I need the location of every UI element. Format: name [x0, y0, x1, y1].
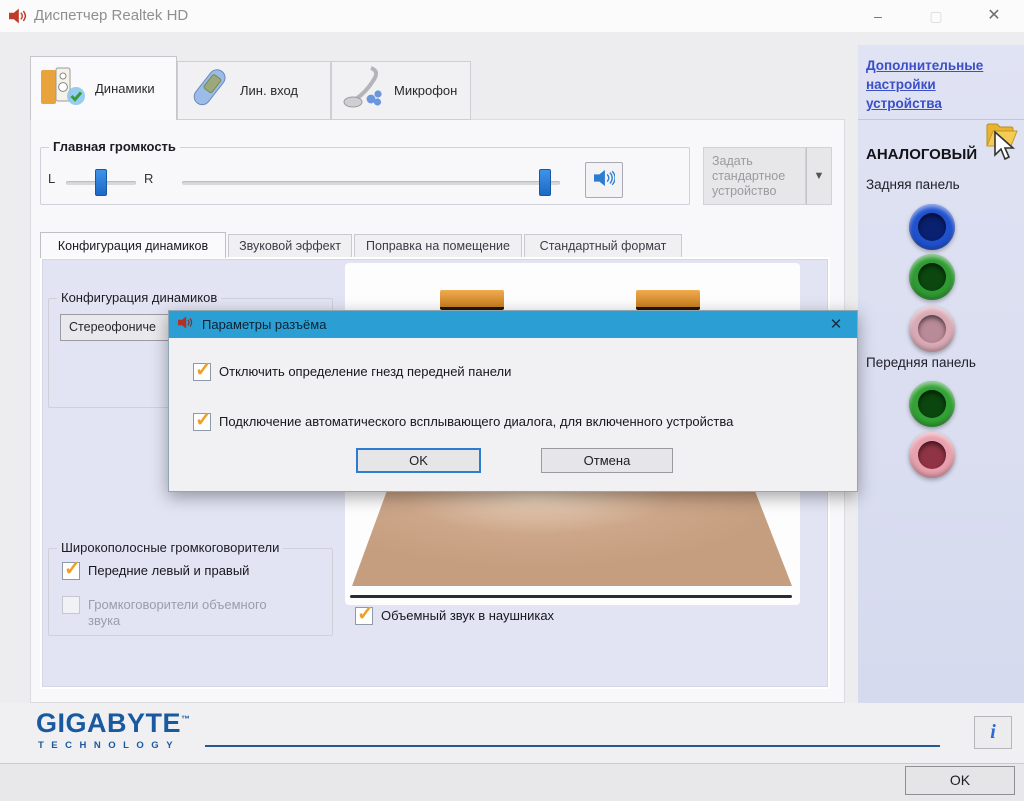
tab-line-in[interactable]: Лин. вход [177, 61, 331, 120]
subtab-speaker-config[interactable]: Конфигурация динамиков [40, 232, 226, 258]
tab-speakers[interactable]: Динамики [30, 56, 177, 120]
subtab-speaker-config-label: Конфигурация динамиков [58, 239, 208, 253]
minimize-button[interactable]: – [855, 0, 901, 32]
jack-hole [918, 390, 946, 418]
fullrange-speakers-group-label: Широкополосные громкоговорители [57, 540, 283, 555]
speaker-config-dropdown-value: Стереофониче [69, 320, 156, 334]
balance-right-label: R [144, 171, 153, 186]
auto-popup-dialog-checkbox[interactable]: ✓ Подключение автоматического всплывающе… [193, 413, 733, 431]
info-icon: i [990, 721, 996, 743]
back-green-line-out-jack[interactable] [909, 254, 955, 300]
front-pair-checkbox[interactable]: ✓ Передние левый и правый [62, 562, 249, 580]
front-green-headphone-jack[interactable] [909, 381, 955, 427]
front-pink-mic-jack[interactable] [909, 432, 955, 478]
volume-slider-thumb[interactable] [539, 169, 551, 196]
speaker-config-group-label: Конфигурация динамиков [57, 290, 221, 305]
subtab-default-format-label: Стандартный формат [540, 239, 667, 253]
checkbox-box: ✓ [62, 596, 80, 614]
window-titlebar: Диспетчер Realtek HD – ▢ ✕ [0, 0, 1024, 32]
subtab-default-format[interactable]: Стандартный формат [524, 234, 682, 258]
back-pink-mic-jack[interactable] [909, 306, 955, 352]
gigabyte-technology-label: TECHNOLOGY [38, 740, 180, 751]
checkbox-box: ✓ [62, 562, 80, 580]
window-title: Диспетчер Realtek HD [34, 7, 188, 24]
tab-line-in-label: Лин. вход [240, 83, 298, 98]
analog-section-title: АНАЛОГОВЫЙ [866, 146, 977, 163]
checkbox-box: ✓ [193, 363, 211, 381]
jack-hole [918, 213, 946, 241]
auto-popup-dialog-label: Подключение автоматического всплывающего… [219, 413, 733, 429]
desk-edge-line [350, 595, 792, 598]
volume-slider-track[interactable] [182, 181, 560, 185]
realtek-hd-audio-manager-window: Диспетчер Realtek HD – ▢ ✕ Динамики [0, 0, 1024, 801]
maximize-button[interactable]: ▢ [913, 0, 959, 32]
jack-hole [918, 263, 946, 291]
set-default-device-button[interactable]: Задать стандартное устройство [703, 147, 806, 205]
speakers-icon [39, 63, 87, 114]
subtab-room-correction-label: Поправка на помещение [366, 239, 510, 253]
check-icon: ✓ [195, 357, 212, 382]
left-speaker-image [440, 290, 504, 310]
close-button[interactable]: ✕ [971, 0, 1017, 32]
jack-hole [918, 441, 946, 469]
subtab-room-correction[interactable]: Поправка на помещение [354, 234, 522, 258]
checkbox-box: ✓ [355, 607, 373, 625]
connector-parameters-dialog: Параметры разъёма ✕ ✓ Отключить определе… [168, 310, 858, 492]
gigabyte-logo: GIGABYTE™ [36, 708, 191, 739]
dialog-titlebar: Параметры разъёма ✕ [169, 311, 857, 338]
footer-divider-line [205, 745, 940, 747]
back-blue-line-in-jack[interactable] [909, 204, 955, 250]
right-speaker-image [636, 290, 700, 310]
headphone-surround-checkbox[interactable]: ✓ Объемный звук в наушниках [355, 607, 554, 625]
set-default-device-label: Задать стандартное устройство [712, 154, 785, 198]
mute-button[interactable] [585, 162, 623, 198]
dialog-cancel-button[interactable]: Отмена [541, 448, 673, 473]
check-icon: ✓ [64, 556, 81, 581]
check-icon: ✓ [357, 601, 374, 626]
surround-speakers-checkbox: ✓ Громкоговорители объемного звука [62, 596, 292, 629]
checkbox-box: ✓ [193, 413, 211, 431]
tab-microphone-label: Микрофон [394, 83, 457, 98]
dialog-title: Параметры разъёма [202, 317, 326, 332]
tab-speakers-label: Динамики [95, 81, 155, 96]
balance-left-label: L [48, 171, 55, 186]
surround-speakers-checkbox-label: Громкоговорители объемного звука [88, 596, 273, 629]
bottom-bar [0, 763, 1024, 801]
disable-front-jack-detection-checkbox[interactable]: ✓ Отключить определение гнезд передней п… [193, 363, 511, 381]
check-icon: ✓ [195, 407, 212, 432]
master-volume-label: Главная громкость [49, 139, 180, 154]
microphone-icon [340, 65, 386, 116]
trademark-icon: ™ [181, 714, 191, 724]
dialog-speaker-icon [177, 315, 194, 335]
main-ok-button[interactable]: OK [905, 766, 1015, 795]
dialog-ok-button[interactable]: OK [356, 448, 481, 473]
disable-front-jack-detection-label: Отключить определение гнезд передней пан… [219, 363, 511, 379]
app-speaker-icon [8, 7, 28, 30]
front-pair-checkbox-label: Передние левый и правый [88, 562, 249, 578]
dialog-close-icon[interactable]: ✕ [825, 315, 847, 333]
line-in-icon [186, 65, 232, 116]
headphone-surround-checkbox-label: Объемный звук в наушниках [381, 607, 554, 623]
back-panel-label: Задняя панель [866, 177, 960, 192]
subtab-sound-effect[interactable]: Звуковой эффект [228, 234, 352, 258]
speaker-volume-icon [593, 168, 615, 193]
balance-slider-thumb[interactable] [95, 169, 107, 196]
subtab-sound-effect-label: Звуковой эффект [239, 239, 341, 253]
tab-microphone[interactable]: Микрофон [331, 61, 471, 120]
info-button[interactable]: i [974, 716, 1012, 749]
jack-hole [918, 315, 946, 343]
front-panel-label: Передняя панель [866, 355, 976, 370]
desk-image [352, 490, 792, 586]
dropdown-arrow-icon: ▼ [814, 170, 825, 182]
set-default-device-dropdown[interactable]: ▼ [806, 147, 832, 205]
mouse-cursor [992, 130, 1016, 167]
advanced-device-settings-link[interactable]: Дополнительные настройки устройства [866, 56, 1014, 113]
